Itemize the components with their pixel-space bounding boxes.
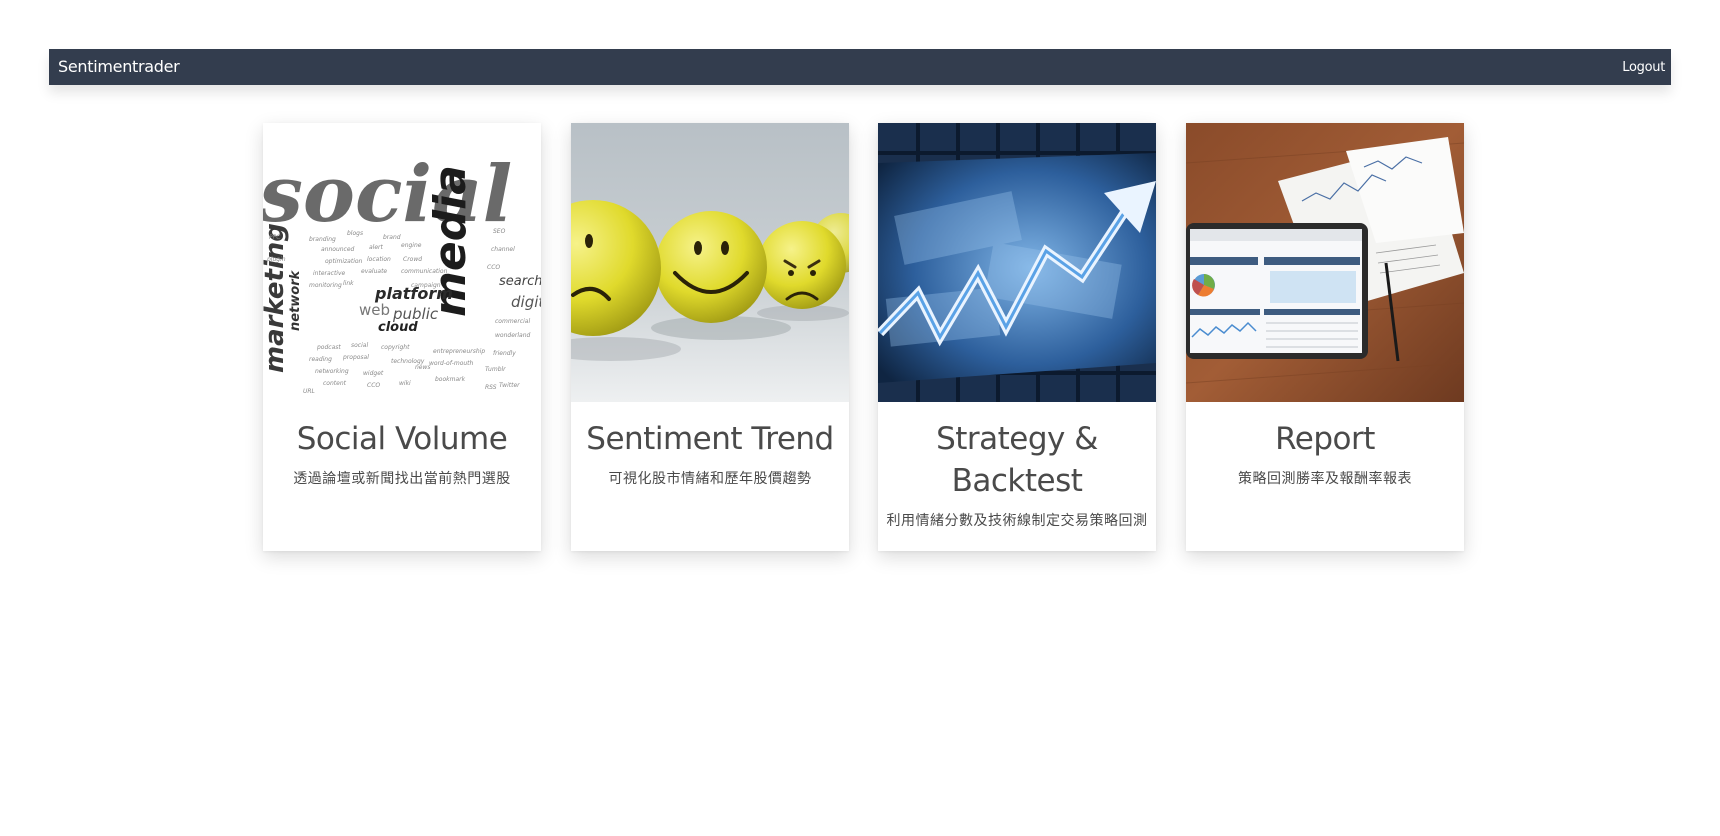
card-description: 策略回測勝率及報酬率報表 bbox=[1238, 470, 1412, 486]
svg-text:content: content bbox=[323, 380, 347, 387]
svg-text:entrepreneurship: entrepreneurship bbox=[433, 348, 485, 355]
card-report[interactable]: Report 策略回測勝率及報酬率報表 bbox=[1186, 123, 1464, 551]
currency-chart-arrow-image bbox=[878, 123, 1156, 402]
svg-text:copyright: copyright bbox=[381, 344, 410, 351]
svg-text:optimization: optimization bbox=[325, 258, 363, 265]
card-description: 可視化股市情緒和歷年股價趨勢 bbox=[608, 470, 812, 486]
svg-text:CCO: CCO bbox=[367, 382, 380, 389]
brand-link[interactable]: Sentimentrader bbox=[58, 49, 180, 85]
svg-text:networking: networking bbox=[315, 368, 349, 375]
svg-text:plugin: plugin bbox=[266, 256, 286, 263]
svg-text:friendly: friendly bbox=[493, 350, 516, 357]
card-sentiment-trend[interactable]: Sentiment Trend 可視化股市情緒和歷年股價趨勢 bbox=[571, 123, 849, 551]
social-media-word-cloud-image: social media marketing platform public w… bbox=[263, 123, 541, 402]
svg-text:interactive: interactive bbox=[313, 270, 346, 277]
svg-text:alert: alert bbox=[369, 244, 384, 251]
svg-text:CCO: CCO bbox=[487, 264, 500, 271]
tablet-analytics-report-image bbox=[1186, 123, 1464, 402]
svg-text:widget: widget bbox=[363, 370, 384, 377]
svg-text:word-of-mouth: word-of-mouth bbox=[429, 360, 474, 367]
word-cloud-text: search bbox=[499, 274, 541, 289]
word-cloud-text: network bbox=[288, 269, 303, 331]
word-cloud-text: cloud bbox=[378, 320, 418, 335]
svg-text:blogs: blogs bbox=[347, 230, 363, 237]
svg-text:PPC: PPC bbox=[269, 234, 281, 241]
svg-text:announced: announced bbox=[321, 246, 355, 253]
svg-text:campaign: campaign bbox=[411, 282, 441, 289]
svg-text:wiki: wiki bbox=[399, 380, 411, 387]
svg-text:proposal: proposal bbox=[342, 354, 369, 361]
svg-text:brand: brand bbox=[383, 234, 401, 241]
logout-link[interactable]: Logout bbox=[1622, 49, 1665, 87]
svg-text:Twitter: Twitter bbox=[499, 382, 520, 389]
svg-text:wonderland: wonderland bbox=[495, 332, 530, 339]
svg-text:channel: channel bbox=[491, 246, 515, 253]
card-social-volume[interactable]: social media marketing platform public w… bbox=[263, 123, 541, 551]
svg-text:URL: URL bbox=[303, 388, 315, 395]
svg-text:evaluate: evaluate bbox=[361, 268, 387, 275]
emoji-balls-image bbox=[571, 123, 849, 402]
svg-text:podcast: podcast bbox=[316, 344, 341, 351]
card-strategy-backtest[interactable]: Strategy & Backtest 利用情緒分數及技術線制定交易策略回測 bbox=[878, 123, 1156, 551]
word-cloud-text: marketing bbox=[263, 223, 290, 373]
svg-text:Tumblr: Tumblr bbox=[485, 366, 506, 373]
card-title: Sentiment Trend bbox=[586, 421, 834, 457]
card-title: Strategy & Backtest bbox=[936, 421, 1098, 499]
svg-text:commercial: commercial bbox=[495, 318, 530, 325]
svg-text:RSS: RSS bbox=[485, 384, 497, 391]
card-description: 透過論壇或新聞找出當前熱門選股 bbox=[293, 470, 511, 486]
svg-text:communication: communication bbox=[401, 268, 448, 275]
svg-text:social: social bbox=[351, 342, 368, 349]
svg-text:engine: engine bbox=[401, 242, 422, 249]
card-title: Social Volume bbox=[296, 421, 508, 457]
word-cloud-text: digital bbox=[511, 293, 541, 311]
top-navbar: Sentimentrader Logout bbox=[49, 49, 1671, 85]
card-title: Report bbox=[1275, 421, 1375, 457]
word-cloud-text: web bbox=[359, 301, 390, 319]
svg-text:link: link bbox=[343, 280, 354, 287]
svg-text:branding: branding bbox=[309, 236, 336, 243]
svg-text:location: location bbox=[367, 256, 391, 263]
svg-text:bookmark: bookmark bbox=[435, 376, 466, 383]
svg-text:reading: reading bbox=[309, 356, 332, 363]
svg-text:monitoring: monitoring bbox=[309, 282, 342, 289]
svg-text:SEO: SEO bbox=[493, 228, 506, 235]
card-description: 利用情緒分數及技術線制定交易策略回測 bbox=[886, 512, 1148, 528]
svg-text:Crowd: Crowd bbox=[403, 256, 422, 263]
